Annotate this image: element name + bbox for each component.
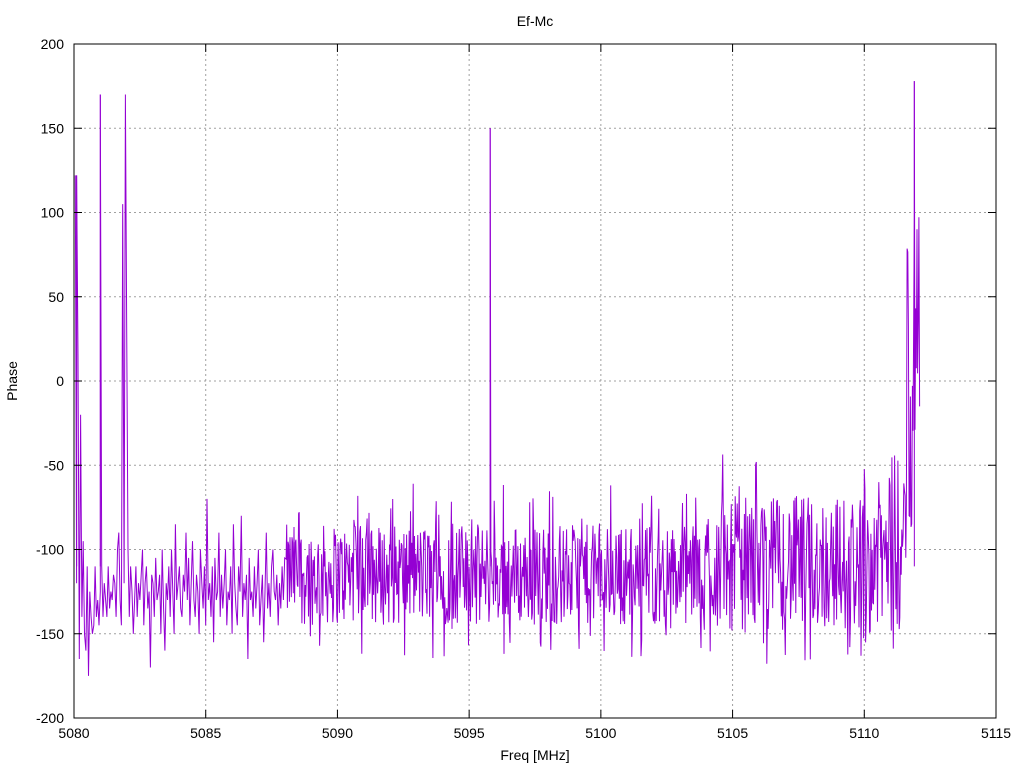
x-tick-label: 5080 (58, 725, 89, 741)
y-axis-label: Phase (4, 361, 20, 401)
y-tick-label: -200 (36, 710, 64, 726)
x-axis-label: Freq [MHz] (500, 747, 569, 763)
phase-chart: 5080 5085 5090 5095 5100 5105 5110 5115 -200 -150… (0, 0, 1024, 768)
x-tick-label: 5095 (454, 725, 485, 741)
x-tick-label: 5085 (190, 725, 221, 741)
y-tick-label: 150 (41, 120, 65, 136)
x-tick-label: 5115 (981, 725, 1011, 741)
y-tick-label: -100 (36, 542, 64, 558)
x-tick-label: 5090 (322, 725, 353, 741)
y-tick-label: 50 (48, 289, 64, 305)
x-tick-label: 5105 (717, 725, 748, 741)
y-tick-label: -50 (44, 457, 64, 473)
x-tick-label: 5100 (585, 725, 616, 741)
x-tick-label: 5110 (849, 725, 879, 741)
y-tick-label: 100 (41, 205, 65, 221)
chart-title: Ef-Mc (517, 13, 554, 29)
y-tick-label: 200 (41, 36, 65, 52)
y-tick-label: -150 (36, 626, 64, 642)
y-tick-label: 0 (56, 373, 64, 389)
chart-background (0, 0, 1024, 768)
